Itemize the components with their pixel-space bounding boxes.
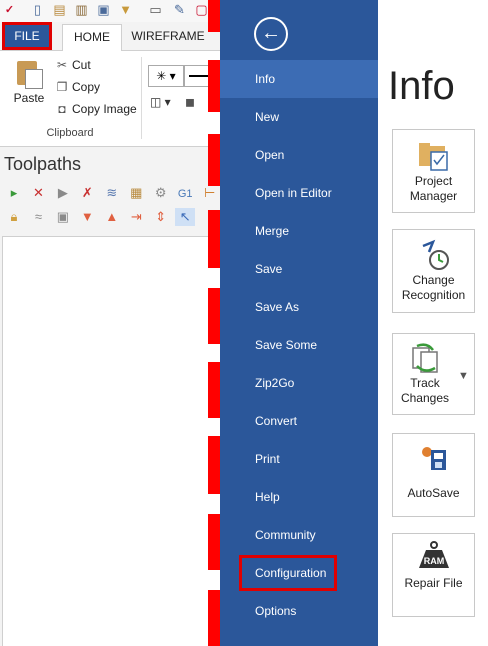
- copy-image-label: Copy Image: [72, 102, 137, 116]
- menu-item-info[interactable]: Info: [220, 60, 378, 98]
- autosave-icon: [421, 447, 446, 470]
- chevron-down-icon[interactable]: ▼: [458, 370, 469, 382]
- menu-item-zip2go[interactable]: Zip2Go: [220, 364, 378, 402]
- play-toolpath-icon[interactable]: ▶: [53, 184, 73, 202]
- app-logo-icon: ✓: [4, 4, 15, 16]
- menu-item-community[interactable]: Community: [220, 516, 378, 554]
- menu-item-new[interactable]: New: [220, 98, 378, 136]
- move-up-icon[interactable]: ▲: [102, 208, 122, 226]
- copy-image-button[interactable]: ◘ Copy Image: [54, 99, 137, 119]
- paste-label: Paste: [13, 91, 45, 105]
- repair-file-label: Repair File: [404, 576, 463, 590]
- scissors-icon: ✂: [56, 58, 68, 72]
- ribbon-tabs: FILE HOME WIREFRAME: [0, 22, 220, 51]
- camera-icon: ◘: [58, 102, 66, 116]
- delete-toolpath-icon[interactable]: ✗: [77, 184, 97, 202]
- open-file-icon[interactable]: ▤: [52, 2, 67, 18]
- info-title: Info: [388, 64, 455, 108]
- menu-item-open[interactable]: Open: [220, 136, 378, 174]
- paste-button[interactable]: Paste: [8, 57, 50, 111]
- ghost-icon[interactable]: ▣: [53, 208, 73, 226]
- redirect-icon[interactable]: ⇥: [126, 208, 146, 226]
- save-icon[interactable]: ▣: [96, 2, 111, 18]
- menu-item-save[interactable]: Save: [220, 250, 378, 288]
- menu-item-save-as[interactable]: Save As: [220, 288, 378, 326]
- pointer-icon[interactable]: ↖: [175, 208, 196, 226]
- new-file-icon[interactable]: ▯: [30, 2, 45, 18]
- tab-file[interactable]: FILE: [2, 22, 52, 50]
- cut-label: Cut: [72, 58, 91, 72]
- menu-item-options[interactable]: Options: [220, 592, 378, 630]
- wave-icon[interactable]: ≈: [28, 208, 48, 226]
- track-changes-label: Track Changes: [400, 376, 450, 405]
- tool-icon[interactable]: ⊢: [200, 184, 220, 202]
- tab-wireframe[interactable]: WIREFRAME: [128, 24, 208, 48]
- project-manager-button[interactable]: Project Manager: [392, 129, 475, 213]
- g1-icon[interactable]: G1: [175, 185, 195, 203]
- copy-button[interactable]: ❐ Copy: [54, 77, 100, 97]
- edit-toolpath-icon[interactable]: ▦: [126, 184, 146, 202]
- menu-item-help[interactable]: Help: [220, 478, 378, 516]
- back-arrow-icon[interactable]: ←: [254, 17, 288, 51]
- edit-icon[interactable]: ✎: [172, 2, 187, 18]
- autosave-button[interactable]: AutoSave: [392, 433, 475, 517]
- project-manager-label: Project Manager: [409, 174, 458, 203]
- print-icon[interactable]: ▭: [148, 2, 163, 18]
- wave-icon[interactable]: ≋: [102, 184, 122, 202]
- point-style-dropdown[interactable]: ✳ ▾: [148, 65, 184, 87]
- copy-label: Copy: [72, 80, 101, 94]
- repair-file-button[interactable]: RAM Repair File: [392, 533, 475, 617]
- toolpaths-panel[interactable]: [2, 236, 220, 646]
- menu-item-merge[interactable]: Merge: [220, 212, 378, 250]
- menu-item-print[interactable]: Print: [220, 440, 378, 478]
- move-down-icon[interactable]: ▼: [77, 208, 97, 226]
- expand-icon[interactable]: ⇕: [151, 208, 171, 226]
- menu-item-save-some[interactable]: Save Some: [220, 326, 378, 364]
- configuration-highlight-box: [239, 555, 337, 591]
- group-divider: [141, 57, 142, 139]
- tab-home[interactable]: HOME: [62, 24, 122, 51]
- track-changes-icon: [412, 343, 438, 373]
- quick-access-toolbar: ✓ ▯ ▤ ▥ ▣ ▼ ▭ ✎ ▢: [0, 0, 220, 22]
- clipboard-icon: [15, 57, 43, 89]
- clipboard-group-label: Clipboard: [46, 127, 94, 139]
- ram-badge: RAM: [423, 556, 444, 566]
- solid-icon[interactable]: ◼: [185, 95, 195, 109]
- pdf-icon[interactable]: ▢: [194, 2, 209, 18]
- change-recognition-label: Change Recognition: [401, 273, 466, 302]
- change-recognition-button[interactable]: Change Recognition: [392, 229, 475, 313]
- open-folder-icon[interactable]: ▥: [74, 2, 89, 18]
- file-backstage-menu: ← Info New Open Open in Editor Merge Sav…: [220, 0, 378, 646]
- menu-item-open-in-editor[interactable]: Open in Editor: [220, 174, 378, 212]
- settings-icon[interactable]: ⚙: [151, 184, 171, 202]
- layer-icon[interactable]: ◫ ▾: [150, 95, 171, 109]
- toolpaths-toolbar-2: 🔒︎ ≈ ▣ ▼ ▲ ⇥ ⇕ ↖: [4, 208, 196, 228]
- deselect-icon[interactable]: ✕: [28, 184, 48, 202]
- folder-dropdown-icon[interactable]: ▼: [118, 2, 133, 18]
- folder-icon: [418, 143, 448, 171]
- ram-weight-icon: RAM: [418, 541, 449, 568]
- toolpaths-title: Toolpaths: [4, 154, 82, 174]
- menu-item-convert[interactable]: Convert: [220, 402, 378, 440]
- ribbon-home: Paste ✂ Cut ❐ Copy ◘ Copy Image Clipboard ✳…: [0, 51, 220, 147]
- cut-button[interactable]: ✂ Cut: [54, 55, 91, 75]
- select-all-icon[interactable]: ▸: [4, 184, 24, 202]
- lock-icon[interactable]: 🔒︎: [4, 208, 24, 226]
- change-recognition-icon: [422, 239, 449, 270]
- application-area: ✓ ▯ ▤ ▥ ▣ ▼ ▭ ✎ ▢ FILE HOME WIREFRAME Pa…: [0, 0, 220, 646]
- copy-icon: ❐: [56, 80, 68, 94]
- autosave-label: AutoSave: [407, 486, 460, 500]
- toolpaths-toolbar-1: ▸ ✕ ▶ ✗ ≋ ▦ ⚙ G1 ⊢: [4, 184, 220, 204]
